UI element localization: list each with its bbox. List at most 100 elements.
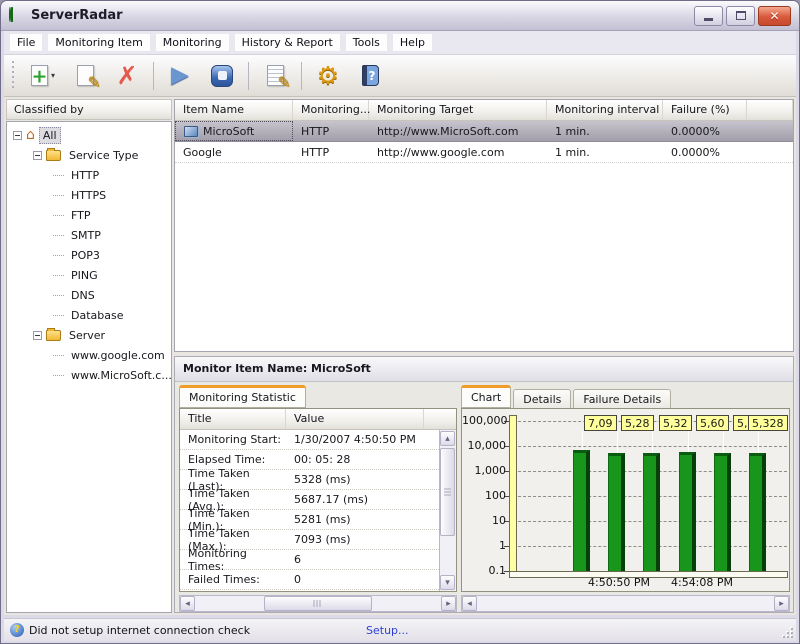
y-axis-label: 1,000 xyxy=(462,464,506,477)
tree-item-https[interactable]: HTTPS xyxy=(7,185,171,205)
edit-item-button[interactable]: ✎ xyxy=(64,58,106,94)
collapse-expander-icon[interactable] xyxy=(33,331,42,340)
setup-link[interactable]: Setup... xyxy=(366,624,409,637)
column-header-failure[interactable]: Failure (%) xyxy=(663,100,747,120)
scroll-up-button[interactable]: ▴ xyxy=(440,431,455,446)
tree-item-http[interactable]: HTTP xyxy=(7,165,171,185)
table-row-microsoft[interactable]: MicroSoftHTTPhttp://www.MicroSoft.com 1 m… xyxy=(175,121,793,142)
callout-connector xyxy=(617,431,618,453)
cell-item-name: Google xyxy=(175,142,293,162)
scroll-right-button[interactable]: ▸ xyxy=(441,596,456,611)
response-time-chart: 100,00010,0001,0001001010.17,095,285,325… xyxy=(462,409,789,591)
chart-box: 100,00010,0001,0001001010.17,095,285,325… xyxy=(461,408,790,592)
collapse-expander-icon[interactable] xyxy=(13,131,22,140)
y-axis-label: 0.1 xyxy=(462,564,506,577)
statistics-pane: Monitoring Statistic TitleValue Monitori… xyxy=(179,386,457,408)
minimize-icon xyxy=(704,18,713,21)
detail-panel: Monitor Item Name: MicroSoft Monitoring … xyxy=(174,356,794,613)
tree-item-www-microsoft-c[interactable]: www.MicroSoft.c... xyxy=(7,365,171,385)
stop-monitoring-button[interactable] xyxy=(201,58,243,94)
chart-horizontal-scrollbar[interactable]: ◂ ▸ xyxy=(461,595,790,612)
chevron-down-icon[interactable]: ▾ xyxy=(51,71,55,80)
cell-failure: 0.0000% xyxy=(663,121,747,141)
close-button[interactable]: ✕ xyxy=(758,6,791,26)
cell-monitoring-target: http://www.MicroSoft.com xyxy=(369,121,547,141)
collapse-expander-icon[interactable] xyxy=(33,151,42,160)
status-bar: ? Did not setup internet connection chec… xyxy=(4,618,796,641)
stat-title: Monitoring Times: xyxy=(180,547,286,573)
column-header-monitoring-interval[interactable]: Monitoring interval xyxy=(547,100,663,120)
scroll-right-button[interactable]: ▸ xyxy=(774,596,789,611)
tree-connector xyxy=(53,235,64,236)
stat-value: 5328 (ms) xyxy=(286,473,431,486)
tree-item-all[interactable]: ⌂All xyxy=(7,125,171,145)
help-button[interactable]: ? xyxy=(349,58,391,94)
stats-column-value[interactable]: Value xyxy=(286,409,424,429)
maximize-icon xyxy=(736,11,746,20)
y-axis-label: 10,000 xyxy=(462,439,506,452)
help-sphere-icon: ? xyxy=(10,623,24,637)
toolbar-grip-handle[interactable] xyxy=(10,61,16,91)
tab-details[interactable]: Details xyxy=(513,389,571,410)
detail-panel-title: Monitor Item Name: MicroSoft xyxy=(175,357,793,382)
report-button[interactable]: ✎ xyxy=(254,58,296,94)
start-monitoring-button[interactable]: ▶ xyxy=(159,58,201,94)
column-header-monitoring-target[interactable]: Monitoring Target xyxy=(369,100,547,120)
tree-item-label: SMTP xyxy=(68,228,104,243)
app-icon xyxy=(9,8,25,24)
tree-connector xyxy=(53,215,64,216)
bar-value-label: 5,328 xyxy=(748,415,788,431)
chart-3d-wall xyxy=(509,415,517,572)
tree-item-ping[interactable]: PING xyxy=(7,265,171,285)
delete-item-button[interactable]: ✗ xyxy=(106,58,148,94)
column-header-filler xyxy=(747,100,793,120)
tree-connector xyxy=(53,315,64,316)
list-header: Item NameMonitoring...Monitoring TargetM… xyxy=(175,100,793,121)
add-item-button[interactable]: +▾ xyxy=(22,58,64,94)
tree-item-service-type[interactable]: Service Type xyxy=(7,145,171,165)
menu-bar: File Monitoring Item Monitoring History & R… xyxy=(4,31,796,55)
menu-file[interactable]: File xyxy=(10,34,42,51)
tree-item-label: FTP xyxy=(68,208,94,223)
stat-title: Failed Times: xyxy=(180,573,286,586)
tab-monitoring-statistic[interactable]: Monitoring Statistic xyxy=(179,385,306,408)
tab-failure-details[interactable]: Failure Details xyxy=(573,389,671,410)
menu-monitoring[interactable]: Monitoring xyxy=(156,34,229,51)
vertical-scroll-thumb[interactable] xyxy=(440,448,455,536)
menu-help[interactable]: Help xyxy=(393,34,432,51)
statistics-horizontal-scrollbar[interactable]: ◂ ▸ xyxy=(179,595,457,612)
maximize-button[interactable] xyxy=(726,6,755,26)
statistics-vertical-scrollbar[interactable]: ▴ ▾ xyxy=(439,430,456,591)
tab-chart[interactable]: Chart xyxy=(461,385,511,408)
column-header-monitoring[interactable]: Monitoring... xyxy=(293,100,369,120)
tree-item-database[interactable]: Database xyxy=(7,305,171,325)
tree-item-server[interactable]: Server xyxy=(7,325,171,345)
callout-connector xyxy=(723,431,724,453)
resize-grip[interactable] xyxy=(781,626,793,638)
horizontal-scroll-thumb[interactable] xyxy=(264,596,372,611)
toolbar-separator xyxy=(248,62,249,90)
scroll-left-button[interactable]: ◂ xyxy=(462,596,477,611)
table-row-google[interactable]: GoogleHTTPhttp://www.google.com1 min.0.0… xyxy=(175,142,793,163)
x-axis-label: 4:54:08 PM xyxy=(662,576,742,589)
tree-item-ftp[interactable]: FTP xyxy=(7,205,171,225)
scroll-left-button[interactable]: ◂ xyxy=(180,596,195,611)
tree-item-www-google-com[interactable]: www.google.com xyxy=(7,345,171,365)
title-bar[interactable]: ServerRadar ✕ xyxy=(1,1,799,31)
scroll-down-button[interactable]: ▾ xyxy=(440,575,455,590)
bar-value-label: 5,60 xyxy=(696,415,729,431)
menu-monitoring-item[interactable]: Monitoring Item xyxy=(48,34,149,51)
bar-value-label: 7,09 xyxy=(584,415,617,431)
settings-button[interactable]: ⚙ xyxy=(307,58,349,94)
minimize-button[interactable] xyxy=(694,6,723,26)
tree-item-smtp[interactable]: SMTP xyxy=(7,225,171,245)
tree-item-dns[interactable]: DNS xyxy=(7,285,171,305)
cell-text: 1 min. xyxy=(555,125,590,138)
cell-monitoring: HTTP xyxy=(293,121,369,141)
stats-column-title[interactable]: Title xyxy=(180,409,286,429)
menu-tools[interactable]: Tools xyxy=(346,34,387,51)
cell-item-name: MicroSoft xyxy=(175,121,293,141)
menu-history-report[interactable]: History & Report xyxy=(235,34,340,51)
column-header-item-name[interactable]: Item Name xyxy=(175,100,293,120)
tree-item-pop3[interactable]: POP3 xyxy=(7,245,171,265)
